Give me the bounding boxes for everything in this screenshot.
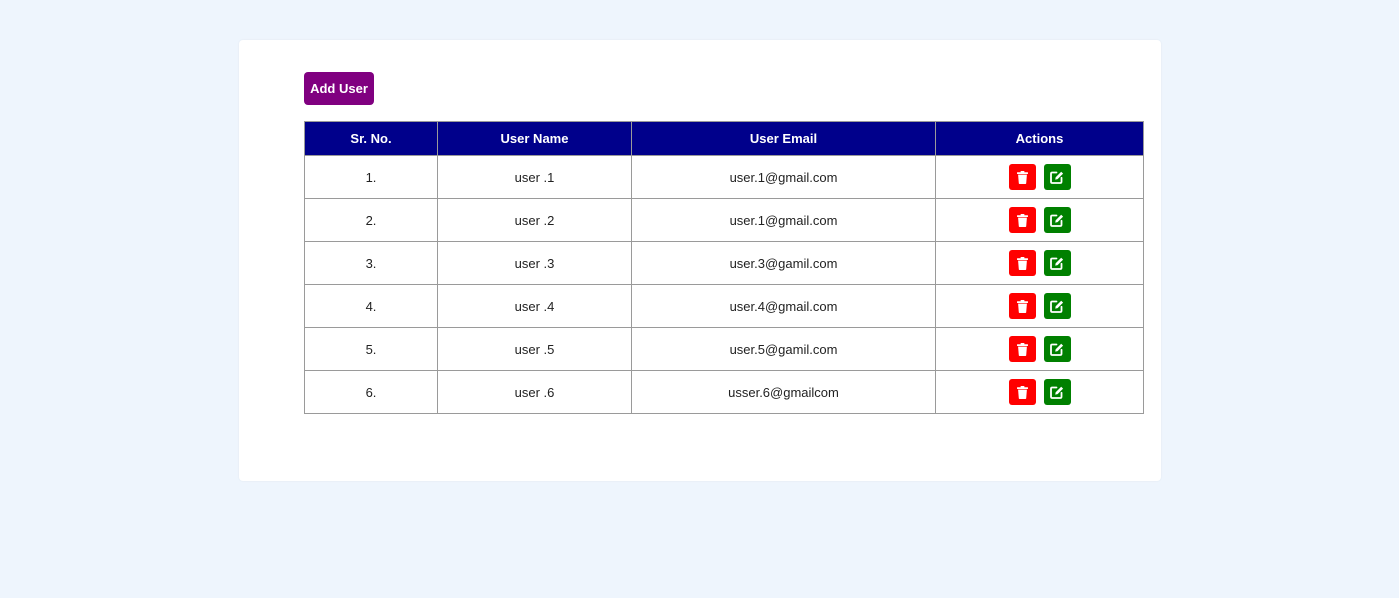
user-email-cell: user.3@gamil.com xyxy=(631,241,936,285)
user-email-cell: user.5@gamil.com xyxy=(631,327,936,371)
edit-icon xyxy=(1050,257,1064,270)
user-email-cell: usser.6@gmailcom xyxy=(631,370,936,414)
sr-no-cell: 1. xyxy=(304,155,438,199)
user-email-cell: user.1@gmail.com xyxy=(631,198,936,242)
sr-no-cell: 4. xyxy=(304,284,438,328)
table-row: 5. user .5 user.5@gamil.com xyxy=(304,327,1144,371)
row-actions xyxy=(936,164,1143,190)
table-row: 6. user .6 usser.6@gmailcom xyxy=(304,370,1144,414)
trash-icon xyxy=(1016,385,1028,399)
user-name-cell: user .1 xyxy=(437,155,632,199)
add-user-button[interactable]: Add User xyxy=(304,72,374,105)
user-email-cell: user.1@gmail.com xyxy=(631,155,936,199)
delete-button[interactable] xyxy=(1008,336,1036,362)
user-name-cell: user .6 xyxy=(437,370,632,414)
edit-icon xyxy=(1050,214,1064,227)
edit-button[interactable] xyxy=(1043,250,1071,276)
table-row: 1. user .1 user.1@gmail.com xyxy=(304,155,1144,199)
edit-icon xyxy=(1050,386,1064,399)
trash-icon xyxy=(1016,299,1028,313)
trash-icon xyxy=(1016,170,1028,184)
sr-no-cell: 6. xyxy=(304,370,438,414)
delete-button[interactable] xyxy=(1008,207,1036,233)
row-actions xyxy=(936,379,1143,405)
edit-icon xyxy=(1050,171,1064,184)
column-header-user-email: User Email xyxy=(631,121,936,156)
sr-no-cell: 5. xyxy=(304,327,438,371)
user-name-cell: user .2 xyxy=(437,198,632,242)
row-actions xyxy=(936,336,1143,362)
delete-button[interactable] xyxy=(1008,379,1036,405)
users-card: Add User Sr. No. User Name User Email Ac… xyxy=(239,40,1161,481)
actions-cell xyxy=(935,198,1144,242)
row-actions xyxy=(936,293,1143,319)
actions-cell xyxy=(935,327,1144,371)
table-body: 1. user .1 user.1@gmail.com 2. user .2 u… xyxy=(304,155,1144,414)
row-actions xyxy=(936,207,1143,233)
user-name-cell: user .4 xyxy=(437,284,632,328)
users-table: Sr. No. User Name User Email Actions 1. … xyxy=(304,121,1144,414)
column-header-actions: Actions xyxy=(935,121,1144,156)
trash-icon xyxy=(1016,342,1028,356)
edit-button[interactable] xyxy=(1043,164,1071,190)
sr-no-cell: 3. xyxy=(304,241,438,285)
column-header-user-name: User Name xyxy=(437,121,632,156)
edit-button[interactable] xyxy=(1043,336,1071,362)
delete-button[interactable] xyxy=(1008,250,1036,276)
edit-icon xyxy=(1050,300,1064,313)
actions-cell xyxy=(935,241,1144,285)
table-row: 3. user .3 user.3@gamil.com xyxy=(304,241,1144,285)
edit-button[interactable] xyxy=(1043,379,1071,405)
trash-icon xyxy=(1016,213,1028,227)
actions-cell xyxy=(935,370,1144,414)
row-actions xyxy=(936,250,1143,276)
edit-button[interactable] xyxy=(1043,293,1071,319)
table-header-row: Sr. No. User Name User Email Actions xyxy=(304,121,1144,156)
table-row: 2. user .2 user.1@gmail.com xyxy=(304,198,1144,242)
user-name-cell: user .3 xyxy=(437,241,632,285)
edit-button[interactable] xyxy=(1043,207,1071,233)
edit-icon xyxy=(1050,343,1064,356)
table-row: 4. user .4 user.4@gmail.com xyxy=(304,284,1144,328)
sr-no-cell: 2. xyxy=(304,198,438,242)
actions-cell xyxy=(935,155,1144,199)
delete-button[interactable] xyxy=(1008,164,1036,190)
user-name-cell: user .5 xyxy=(437,327,632,371)
delete-button[interactable] xyxy=(1008,293,1036,319)
column-header-sr-no: Sr. No. xyxy=(304,121,438,156)
actions-cell xyxy=(935,284,1144,328)
trash-icon xyxy=(1016,256,1028,270)
user-email-cell: user.4@gmail.com xyxy=(631,284,936,328)
